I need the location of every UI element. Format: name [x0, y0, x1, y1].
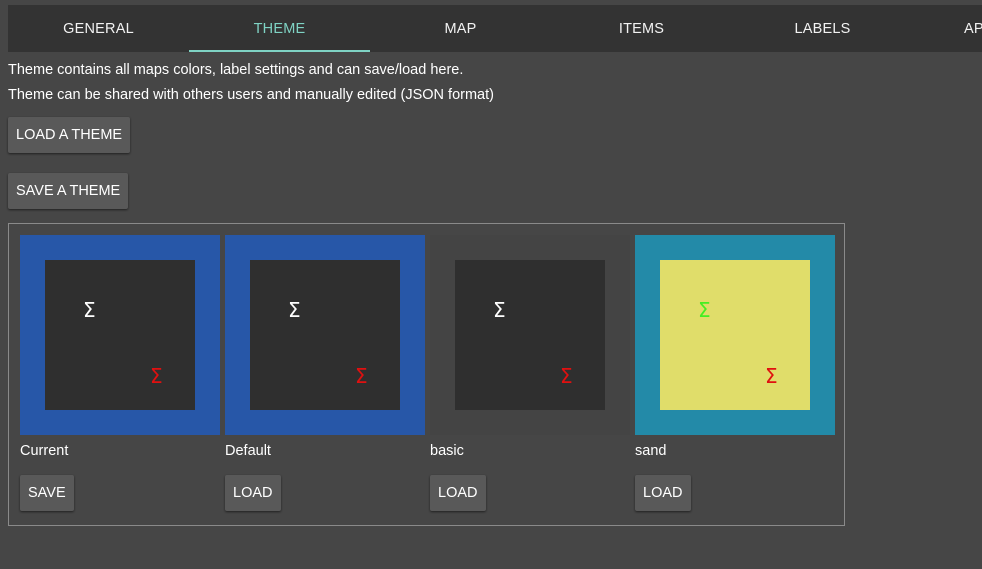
sigma-icon: Σ	[355, 364, 368, 388]
theme-card-current: Σ Σ Current SAVE	[20, 235, 220, 511]
active-tab-indicator	[189, 50, 370, 52]
theme-card-default: Σ Σ Default LOAD	[225, 235, 425, 511]
save-current-theme-button[interactable]: SAVE	[20, 475, 74, 511]
info-text-line-1: Theme contains all maps colors, label se…	[8, 62, 464, 78]
sigma-icon: Σ	[560, 364, 573, 388]
tab-label: THEME	[253, 21, 306, 37]
tab-label: MAP	[444, 21, 477, 37]
theme-preview-map: Σ Σ	[455, 260, 605, 410]
tab-map[interactable]: MAP	[370, 5, 551, 52]
theme-name: sand	[635, 443, 667, 459]
tab-bar: GENERAL THEME MAP ITEMS LABELS AP	[8, 5, 982, 52]
sigma-icon: Σ	[493, 298, 506, 322]
sigma-icon: Σ	[698, 298, 711, 322]
load-basic-theme-button[interactable]: LOAD	[430, 475, 486, 511]
theme-preview-map: Σ Σ	[250, 260, 400, 410]
tab-label: GENERAL	[63, 21, 134, 37]
tab-label: ITEMS	[618, 21, 665, 37]
load-sand-theme-button[interactable]: LOAD	[635, 475, 691, 511]
tab-label: LABELS	[794, 21, 851, 37]
theme-preview-map: Σ Σ	[660, 260, 810, 410]
theme-preview: Σ Σ	[20, 235, 220, 435]
theme-card-basic: Σ Σ basic LOAD	[430, 235, 630, 511]
theme-preview: Σ Σ	[225, 235, 425, 435]
theme-name: Default	[225, 443, 271, 459]
theme-preview-map: Σ Σ	[45, 260, 195, 410]
load-theme-button[interactable]: LOAD A THEME	[8, 117, 131, 153]
load-default-theme-button[interactable]: LOAD	[225, 475, 281, 511]
sigma-icon: Σ	[83, 298, 96, 322]
sigma-icon: Σ	[150, 364, 163, 388]
tab-labels[interactable]: LABELS	[732, 5, 913, 52]
tab-label: AP	[964, 21, 982, 37]
sigma-icon: Σ	[288, 298, 301, 322]
theme-card-sand: Σ Σ sand LOAD	[635, 235, 835, 511]
sigma-icon: Σ	[765, 364, 778, 388]
theme-preview: Σ Σ	[430, 235, 630, 435]
theme-settings-page: GENERAL THEME MAP ITEMS LABELS AP Theme …	[0, 0, 982, 569]
theme-name: Current	[20, 443, 69, 459]
info-text-line-2: Theme can be shared with others users an…	[8, 87, 494, 103]
theme-preview: Σ Σ	[635, 235, 835, 435]
tab-theme[interactable]: THEME	[189, 5, 370, 52]
tab-items[interactable]: ITEMS	[551, 5, 732, 52]
tab-general[interactable]: GENERAL	[8, 5, 189, 52]
tab-ap[interactable]: AP	[913, 5, 982, 52]
themes-panel: Σ Σ Current SAVE Σ Σ Default LOAD Σ Σ ba…	[8, 223, 845, 526]
theme-name: basic	[430, 443, 464, 459]
save-theme-button[interactable]: SAVE A THEME	[8, 173, 129, 209]
